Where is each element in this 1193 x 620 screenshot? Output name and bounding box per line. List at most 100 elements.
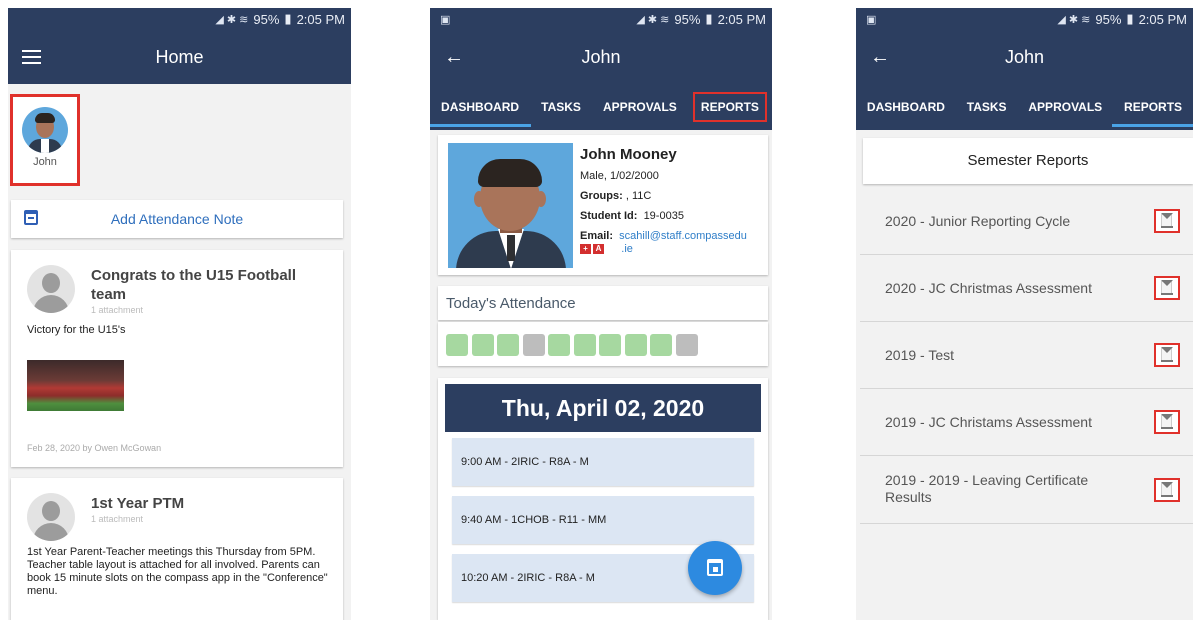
add-attendance-note-button[interactable]: Add Attendance Note [11,200,343,238]
status-bar: ▣ ◢ ✱ ≋ 95% ▮ 2:05 PM [856,8,1193,30]
tab-tasks[interactable]: TASKS [963,90,1011,124]
report-title: 2019 - 2019 - Leaving Certificate Result… [885,472,1089,505]
avatar-name: John [33,156,57,168]
battery-text: 95% [253,11,280,27]
battery-icon: ▮ [1126,11,1134,26]
tab-dashboard[interactable]: DASHBOARD [863,90,949,124]
clock-text: 2:05 PM [296,11,345,27]
news-post[interactable]: Congrats to the U15 Football team 1 atta… [11,250,343,467]
tab-approvals[interactable]: APPROVALS [1024,90,1106,124]
email-label: Email: [580,230,614,242]
groups-label: Groups: [580,190,623,202]
attendance-square-absent [675,334,698,356]
student-id-value: 19-0035 [643,210,684,222]
report-row[interactable]: 2020 - Junior Reporting Cycle [860,188,1193,255]
alert-flag-icon: A [593,244,604,255]
schedule-slot[interactable]: 9:40 AM - 1CHOB - R11 - MM [452,496,754,544]
news-post[interactable]: 1st Year PTM 1 attachment 1st Year Paren… [11,478,343,620]
calendar-fab-button[interactable] [688,541,742,595]
post-photo[interactable] [27,360,124,411]
student-name: John Mooney [580,146,677,163]
report-row[interactable]: 2019 - Test [860,322,1193,389]
post-body: Victory for the U15's [27,324,126,336]
attendance-square-present [446,334,468,356]
report-row[interactable]: 2020 - JC Christmas Assessment [860,255,1193,322]
battery-icon: ▮ [705,11,713,26]
battery-text: 95% [674,11,701,27]
student-avatar-card[interactable]: John [10,94,80,186]
image-notification-icon: ▣ [440,13,451,26]
attendance-square-present [548,334,570,356]
battery-text: 95% [1095,11,1122,27]
app-bar: Home [8,30,351,84]
student-photo [448,143,573,268]
groups-value: , 11C [625,190,652,202]
semester-reports-header: Semester Reports [863,138,1193,184]
tab-reports[interactable]: REPORTS [1112,90,1193,127]
image-notification-icon: ▣ [866,13,877,26]
author-avatar [27,265,75,313]
download-icon[interactable] [1154,478,1180,502]
schedule-slot[interactable]: 9:00 AM - 2IRIC - R8A - M [452,438,754,486]
post-attachments[interactable]: 1 attachment [91,514,143,524]
page-title: John [1004,46,1045,67]
student-profile-card: John Mooney Male, 1/02/2000 Groups: , 11… [438,135,768,275]
status-bar: ◢ ✱ ≋ 95% ▮ 2:05 PM [8,8,351,30]
tab-reports[interactable]: REPORTS [692,92,767,122]
post-title: Congrats to the U15 Football team [91,267,297,303]
download-icon[interactable] [1154,209,1180,233]
avatar [22,107,68,153]
add-attendance-note-label: Add Attendance Note [110,211,244,227]
tab-bar: DASHBOARD TASKS APPROVALS REPORTS [430,84,772,130]
download-icon[interactable] [1154,410,1180,434]
battery-icon: ▮ [284,11,292,26]
post-footer: Feb 28, 2020 by Owen McGowan [27,443,162,453]
student-gender-dob: Male, 1/02/2000 [580,170,659,182]
tab-bar: DASHBOARD TASKS APPROVALS REPORTS [856,84,1193,130]
schedule-date-header: Thu, April 02, 2020 [445,384,761,432]
post-title: 1st Year PTM [91,495,185,512]
tab-dashboard[interactable]: DASHBOARD [430,90,532,127]
signal-icon: ◢ ✱ ≋ [215,13,249,26]
attendance-square-present [573,334,596,356]
download-icon[interactable] [1154,276,1180,300]
attendance-row [438,322,768,366]
report-title: 2019 - JC Christams Assessment [885,414,1092,430]
attendance-square-present [624,334,647,356]
app-bar: ← John [430,30,772,84]
calendar-icon [707,559,723,576]
email-link[interactable]: scahill@staff.compassedu [619,230,747,242]
post-attachments[interactable]: 1 attachment [91,305,143,315]
attendance-square-present [599,334,621,356]
tab-approvals[interactable]: APPROVALS [599,90,681,124]
attendance-square-present [471,334,494,356]
page-title: Home [155,46,204,67]
student-id-label: Student Id: [580,210,638,222]
report-title: 2020 - JC Christmas Assessment [885,280,1092,296]
attendance-square-present [497,334,519,356]
status-bar: ▣ ◢ ✱ ≋ 95% ▮ 2:05 PM [430,8,772,30]
signal-icon: ◢ ✱ ≋ [1057,13,1091,26]
page-title: John [581,46,621,67]
todays-attendance-label: Today's Attendance [446,295,576,312]
post-body: 1st Year Parent-Teacher meetings this Th… [27,546,328,597]
phone-dashboard-screen: ▣ ◢ ✱ ≋ 95% ▮ 2:05 PM ← John DASHBOARD TASK… [430,8,772,620]
medical-flag-icon: + [580,244,591,255]
author-avatar [27,493,75,541]
email-link-continued[interactable]: .ie [621,243,633,255]
clock-text: 2:05 PM [717,11,766,27]
download-icon[interactable] [1154,343,1180,367]
tab-tasks[interactable]: TASKS [537,90,585,124]
report-title: 2019 - Test [885,347,955,363]
clock-text: 2:05 PM [1138,11,1187,27]
signal-icon: ◢ ✱ ≋ [636,13,670,26]
attendance-square-present [650,334,672,356]
app-bar: ← John [856,30,1193,84]
report-title: 2020 - Junior Reporting Cycle [885,213,1071,229]
report-row[interactable]: 2019 - 2019 - Leaving Certificate Result… [860,456,1193,524]
calendar-icon [24,210,38,225]
report-row[interactable]: 2019 - JC Christams Assessment [860,389,1193,456]
phone-home-screen: ◢ ✱ ≋ 95% ▮ 2:05 PM Home John Add Attendanc… [8,8,351,620]
semester-reports-title: Semester Reports [967,152,1089,169]
attendance-square-absent [522,334,545,356]
